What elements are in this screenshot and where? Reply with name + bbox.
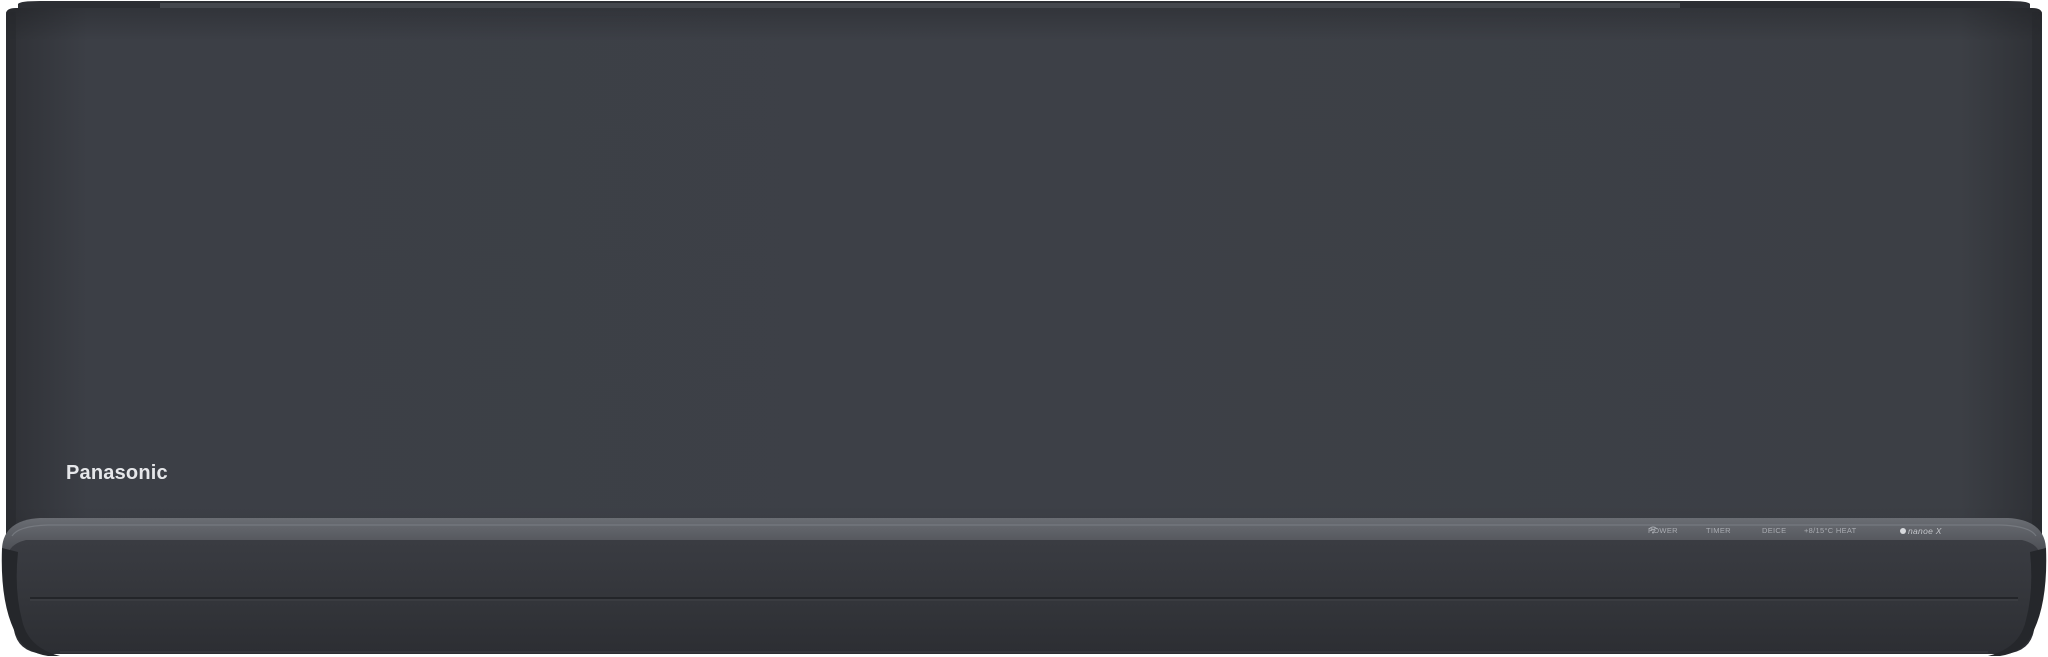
nanoe-dot-icon [1900, 528, 1906, 534]
air-conditioner-indoor-unit: Panasonic POWER TIMER DEICE +8/15°C HEAT… [0, 0, 2048, 657]
indicator-panel: POWER TIMER DEICE +8/15°C HEAT nanoe X [1648, 525, 1942, 537]
deice-indicator-label: DEICE [1762, 526, 1787, 536]
heat-indicator-label: +8/15°C HEAT [1804, 526, 1857, 536]
brand-logo: Panasonic [66, 462, 168, 484]
unit-body-graphic [1, 1, 2047, 656]
wifi-icon [1648, 525, 1900, 537]
nanoe-x-label: nanoe X [1908, 525, 1942, 536]
timer-indicator-label: TIMER [1706, 526, 1731, 536]
nanoe-x-logo: nanoe X [1900, 527, 1942, 536]
